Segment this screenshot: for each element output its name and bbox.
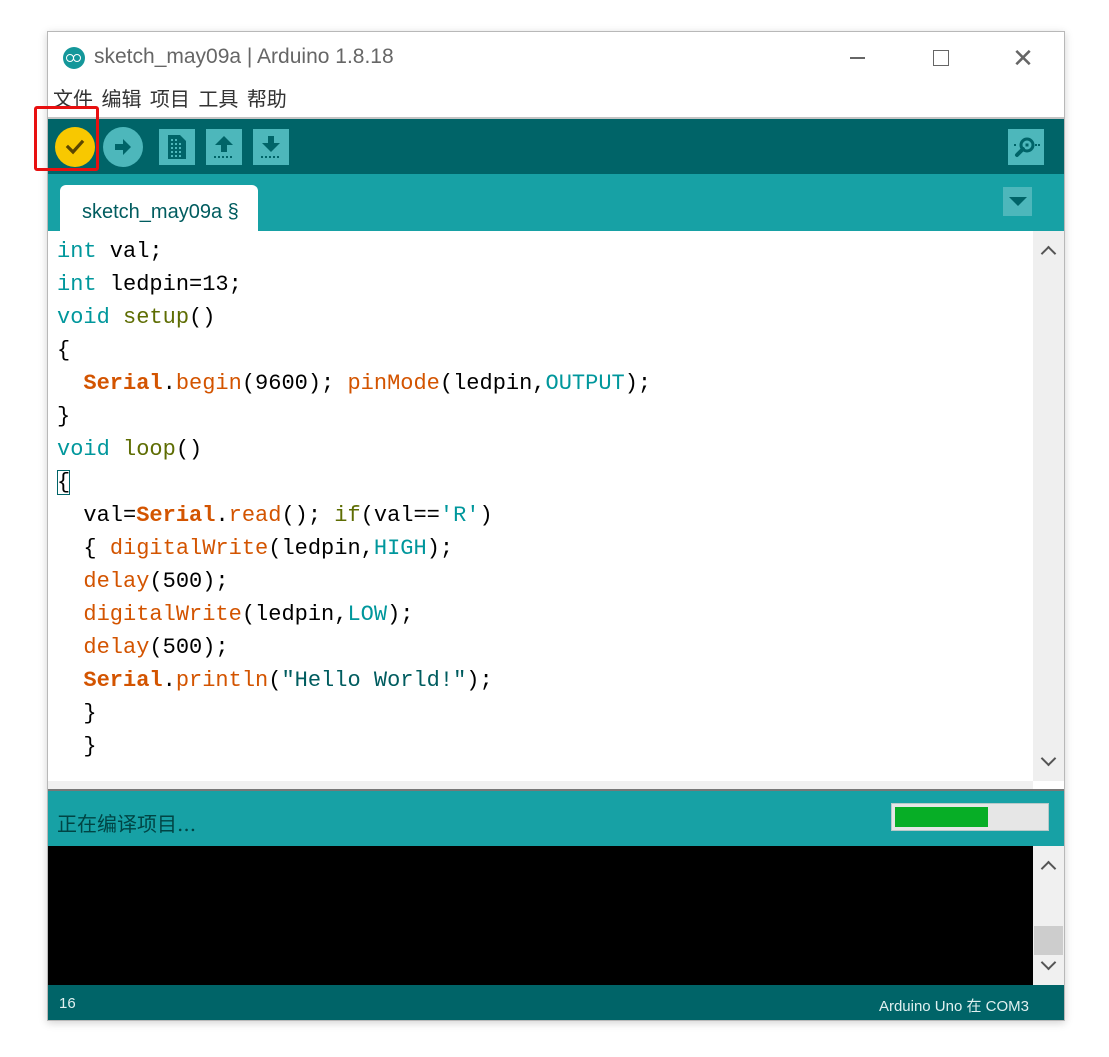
menu-tools[interactable]: 工具 [198, 84, 238, 117]
minimize-button[interactable] [834, 40, 880, 76]
toolbar [48, 119, 1064, 174]
console-scroll-down-button[interactable] [1033, 951, 1064, 979]
scroll-down-button[interactable] [1033, 747, 1064, 775]
scroll-up-button[interactable] [1033, 237, 1064, 265]
console-vertical-scrollbar[interactable] [1033, 846, 1064, 985]
new-file-icon [168, 135, 186, 159]
footer-bar: 16 Arduino Uno 在 COM3 [48, 985, 1064, 1020]
menu-bar: 文件 编辑 项目 工具 帮助 [48, 84, 1064, 119]
editor-horizontal-scrollbar[interactable] [48, 781, 1033, 789]
line-number: 16 [59, 995, 76, 1012]
code-text[interactable]: int val; int ledpin=13; void setup() { S… [48, 231, 1033, 763]
console-output[interactable] [48, 846, 1033, 985]
menu-sketch[interactable]: 项目 [150, 84, 190, 117]
maximize-button[interactable] [918, 40, 964, 76]
open-button[interactable] [206, 129, 242, 165]
arduino-ide-window: sketch_may09a | Arduino 1.8.18 ✕ 文件 编辑 项… [47, 31, 1065, 1021]
minimize-icon [849, 57, 865, 59]
maximize-icon [933, 50, 949, 66]
tab-label: sketch_may09a § [82, 201, 239, 223]
close-button[interactable]: ✕ [1000, 40, 1046, 76]
arrow-up-icon [214, 136, 233, 158]
chevron-up-icon [1040, 245, 1057, 262]
checkmark-icon [65, 139, 85, 155]
window-title: sketch_may09a | Arduino 1.8.18 [94, 45, 394, 68]
board-port-info: Arduino Uno 在 COM3 [878, 998, 1029, 1015]
menu-help[interactable]: 帮助 [247, 84, 287, 117]
status-bar: 正在编译项目... [48, 791, 1064, 846]
console-scroll-up-button[interactable] [1033, 852, 1064, 880]
serial-monitor-button[interactable] [1008, 129, 1044, 165]
chevron-up-icon [1040, 860, 1057, 877]
triangle-down-icon [1008, 197, 1027, 206]
magnifier-icon [1014, 137, 1040, 157]
new-button[interactable] [159, 129, 195, 165]
code-editor[interactable]: int val; int ledpin=13; void setup() { S… [48, 231, 1033, 781]
status-message: 正在编译项目... [57, 812, 197, 836]
title-bar: sketch_may09a | Arduino 1.8.18 ✕ [48, 32, 1064, 84]
chevron-down-icon [1040, 750, 1057, 767]
menu-file[interactable]: 文件 [53, 84, 93, 117]
arrow-right-icon [115, 139, 131, 155]
arrow-down-icon [261, 136, 280, 158]
tab-sketch-may09a[interactable]: sketch_may09a § [60, 185, 258, 231]
arduino-logo-icon [63, 47, 85, 69]
save-button[interactable] [253, 129, 289, 165]
chevron-down-icon [1040, 954, 1057, 971]
menu-edit[interactable]: 编辑 [101, 84, 141, 117]
progress-fill [895, 807, 988, 827]
compile-progress-bar [891, 803, 1049, 831]
close-icon: ✕ [1012, 42, 1034, 73]
editor-vertical-scrollbar[interactable] [1033, 231, 1064, 781]
tab-bar: sketch_may09a § [48, 174, 1064, 231]
tab-menu-button[interactable] [1003, 187, 1032, 216]
verify-button[interactable] [55, 127, 95, 167]
upload-button[interactable] [103, 127, 143, 167]
